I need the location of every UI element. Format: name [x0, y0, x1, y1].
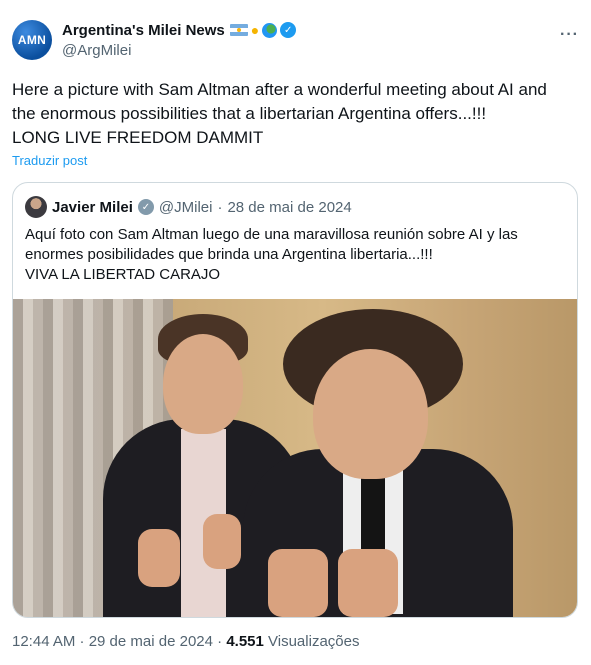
quote-text: Aquí foto con Sam Altman luego de una ma… — [25, 225, 555, 285]
quote-display-name[interactable]: Javier Milei — [52, 199, 133, 216]
person-right — [223, 299, 543, 617]
tweet-header: AMN Argentina's Milei News ● ✓ @ArgMilei… — [12, 14, 579, 64]
quote-separator: · — [217, 198, 223, 216]
tweet-line: the enormous possibilities that a libert… — [12, 104, 487, 123]
timestamp[interactable]: 12:44 AM · 29 de mai de 2024 · — [12, 633, 226, 650]
globe-icon — [262, 22, 278, 38]
head — [313, 349, 428, 479]
thumbs-up-hand — [338, 549, 398, 617]
quote-header: Javier Milei ✓ @JMilei · 28 de mai de 20… — [25, 196, 352, 218]
quote-line: VIVA LA LIBERTAD CARAJO — [25, 266, 221, 283]
views-count: 4.551 — [226, 633, 264, 650]
quote-line: Aquí foto con Sam Altman luego de una ma… — [25, 226, 518, 243]
handle[interactable]: @ArgMilei — [62, 42, 296, 59]
thumbs-up-hand — [138, 529, 180, 587]
avatar-text: AMN — [17, 33, 47, 47]
tweet-line: LONG LIVE FREEDOM DAMMIT — [12, 128, 264, 147]
thumbs-up-hand — [268, 549, 328, 617]
more-icon[interactable]: ··· — [560, 26, 579, 44]
views-label: Visualizações — [263, 633, 360, 650]
translate-link[interactable]: Traduzir post — [12, 153, 87, 168]
tweet-text: Here a picture with Sam Altman after a w… — [12, 78, 578, 150]
author-block: Argentina's Milei News ● ✓ @ArgMilei — [62, 20, 297, 59]
handshake-icon: ● — [250, 22, 260, 38]
tweet-meta: 12:44 AM · 29 de mai de 2024 · 4.551 Vis… — [12, 633, 359, 650]
quoted-tweet[interactable]: Javier Milei ✓ @JMilei · 28 de mai de 20… — [12, 182, 578, 618]
quote-handle[interactable]: @JMilei — [159, 199, 213, 216]
quote-line: enormes posibilidades que brinda una Arg… — [25, 246, 433, 263]
quote-date[interactable]: 28 de mai de 2024 — [227, 199, 351, 216]
tweet-line: Here a picture with Sam Altman after a w… — [12, 80, 547, 99]
quote-verified-icon: ✓ — [137, 199, 154, 215]
quote-avatar[interactable] — [25, 196, 47, 218]
quote-photo[interactable] — [13, 299, 577, 617]
verified-icon[interactable]: ✓ — [280, 22, 297, 38]
avatar[interactable]: AMN — [12, 20, 52, 60]
display-name[interactable]: Argentina's Milei News — [62, 22, 225, 39]
argentina-flag-icon — [229, 24, 248, 36]
name-row: Argentina's Milei News ● ✓ — [62, 20, 297, 40]
